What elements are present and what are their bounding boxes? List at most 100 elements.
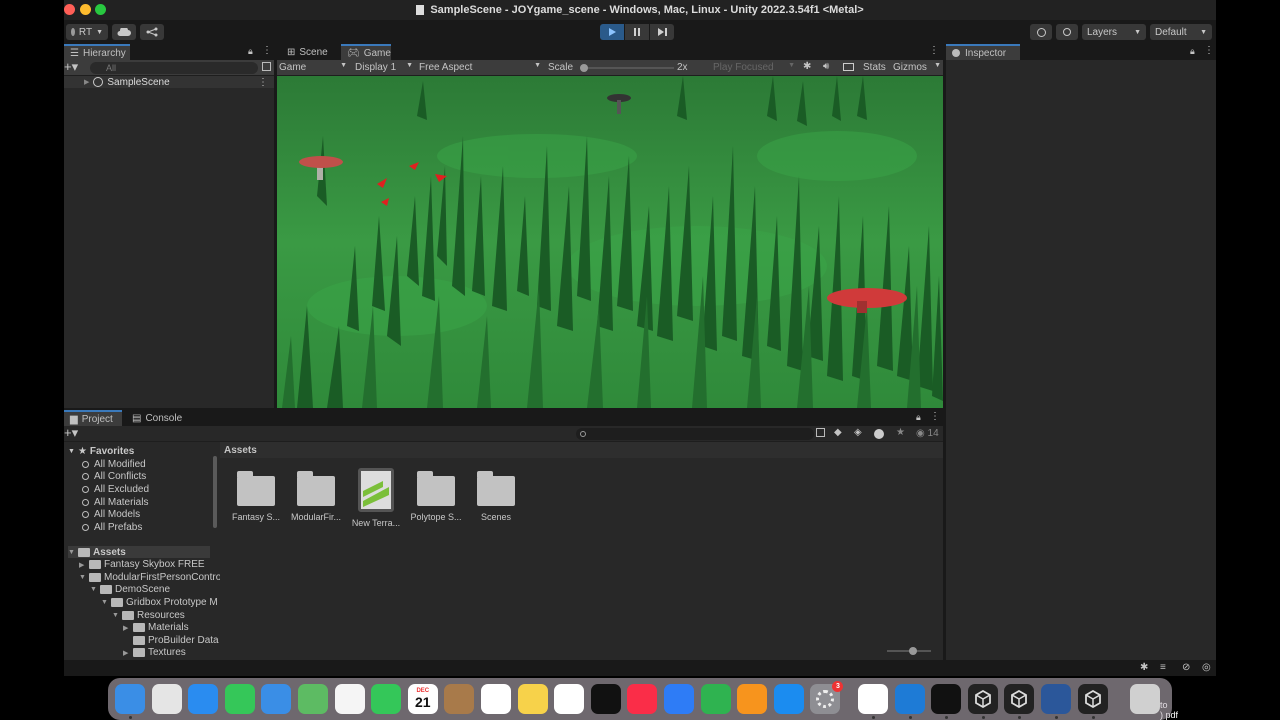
hierarchy-row-scene[interactable]: ▶ SampleScene ⋮ xyxy=(64,76,274,88)
cloud-button[interactable] xyxy=(112,24,136,40)
tree-scrollbar[interactable] xyxy=(213,456,217,528)
network-icon[interactable]: ⊘ xyxy=(1182,662,1190,673)
finder-icon[interactable] xyxy=(115,684,145,714)
freeform-icon[interactable] xyxy=(554,684,585,714)
expand-arrow-icon[interactable]: ▼ xyxy=(112,612,122,619)
folder-asset[interactable]: Scenes xyxy=(470,468,522,522)
favorite-item[interactable]: All Excluded xyxy=(82,483,149,495)
filter-by-label-icon[interactable]: ◈ xyxy=(854,427,862,438)
lock-icon[interactable]: 🔒︎ xyxy=(1190,46,1195,57)
favorite-item[interactable]: All Prefabs xyxy=(82,522,142,534)
step-button[interactable] xyxy=(650,24,674,40)
create-asset-button[interactable]: +▾ xyxy=(64,426,78,440)
hidden-packages-count[interactable]: ◉ 14 xyxy=(916,428,939,439)
debug-icon[interactable]: ✱ xyxy=(1140,662,1148,673)
appstore-icon[interactable] xyxy=(773,684,804,714)
ok-status-icon[interactable]: ◎ xyxy=(1202,662,1211,673)
search-filter-icon[interactable] xyxy=(262,62,271,71)
more-menu-icon[interactable]: ⋮ xyxy=(262,45,272,56)
scene-options-icon[interactable]: ⋮ xyxy=(258,77,268,88)
folder-tree-item[interactable]: ▼ ModularFirstPersonContro xyxy=(79,571,221,583)
tab-game[interactable]: 🎮︎ Game xyxy=(341,44,391,60)
display-dropdown[interactable]: Display 1 ▼ xyxy=(355,62,413,73)
music-icon[interactable] xyxy=(627,684,658,714)
settings-icon[interactable]: 3 xyxy=(810,681,844,714)
folder-tree-item[interactable]: ▼ Gridbox Prototype M xyxy=(101,596,218,608)
collab-button[interactable] xyxy=(140,24,164,40)
tab-console[interactable]: ▤ Console xyxy=(126,410,188,426)
more-menu-icon[interactable]: ⋮ xyxy=(1204,45,1214,56)
expand-arrow-icon[interactable]: ▶ xyxy=(79,561,89,569)
expand-arrow-icon[interactable]: ▶ xyxy=(123,649,133,657)
word-icon[interactable] xyxy=(1041,684,1071,714)
tab-inspector[interactable]: Inspector xyxy=(946,44,1020,60)
keynote-icon[interactable] xyxy=(664,684,694,714)
unity-hub-icon[interactable] xyxy=(967,684,998,714)
add-object-button[interactable]: +▾ xyxy=(64,60,78,74)
account-dropdown[interactable]: RT ▼ xyxy=(66,24,108,40)
expand-arrow-icon[interactable]: ▼ xyxy=(79,574,89,581)
maps-icon[interactable] xyxy=(298,684,328,714)
folder-asset[interactable]: Polytope S... xyxy=(410,468,462,522)
folder-tree-item[interactable]: ▶ Materials xyxy=(123,622,189,634)
notes-icon[interactable] xyxy=(517,684,548,714)
favorite-item[interactable]: All Materials xyxy=(82,496,148,508)
layout-dropdown[interactable]: Default ▼ xyxy=(1150,24,1212,40)
vscode-icon[interactable] xyxy=(894,684,925,714)
project-search-input[interactable] xyxy=(576,428,814,440)
favorite-item[interactable]: All Models xyxy=(82,509,140,521)
launchpad-icon[interactable] xyxy=(151,684,182,714)
scale-slider-thumb[interactable] xyxy=(580,64,588,72)
aspect-dropdown[interactable]: Free Aspect ▼ xyxy=(419,62,541,73)
more-menu-icon[interactable]: ⋮ xyxy=(930,411,940,422)
assets-root-row[interactable]: ▼ Assets xyxy=(68,546,210,558)
trash-icon[interactable] xyxy=(1130,684,1160,714)
tab-hierarchy[interactable]: ☰ Hierarchy xyxy=(64,44,130,60)
reminders-icon[interactable] xyxy=(481,684,511,714)
expand-arrow-icon[interactable]: ▼ xyxy=(68,549,78,556)
folder-tree-item[interactable]: ▼ Resources xyxy=(112,609,185,621)
game-viewport[interactable] xyxy=(277,76,943,408)
mail-icon[interactable] xyxy=(261,684,292,714)
expand-arrow-icon[interactable]: ▼ xyxy=(101,599,111,606)
unity-icon[interactable] xyxy=(1004,684,1035,714)
favorites-header[interactable]: ▼ ★ Favorites xyxy=(68,445,134,457)
terrain-asset[interactable]: New Terra... xyxy=(350,468,402,528)
play-button[interactable] xyxy=(600,24,624,40)
more-menu-icon[interactable]: ⋮ xyxy=(929,45,939,56)
tab-scene[interactable]: ⊞ Scene xyxy=(281,44,329,60)
filter-icon[interactable] xyxy=(816,428,825,437)
contacts-icon[interactable] xyxy=(444,684,475,714)
favorite-item[interactable]: All Modified xyxy=(82,458,146,470)
folder-asset[interactable]: ModularFir... xyxy=(290,468,342,522)
play-focused-dropdown[interactable]: Play Focused ▼ xyxy=(713,62,795,73)
expand-arrow-icon[interactable]: ▶ xyxy=(123,624,133,632)
keyboard-icon[interactable] xyxy=(843,63,854,71)
gizmos-dropdown[interactable]: Gizmos ▼ xyxy=(893,62,941,73)
stats-button[interactable]: Stats xyxy=(863,62,886,73)
appletv-icon[interactable] xyxy=(590,684,621,714)
lock-icon[interactable]: 🔒︎ xyxy=(916,412,921,423)
search-button[interactable] xyxy=(1056,24,1078,40)
game-mode-dropdown[interactable]: Game ▼ xyxy=(279,62,347,73)
folder-tree-item[interactable]: ProBuilder Data xyxy=(123,634,219,646)
minimize-window-button[interactable] xyxy=(80,4,91,15)
scale-slider[interactable] xyxy=(580,64,674,72)
hierarchy-search-input[interactable]: All xyxy=(90,62,258,74)
folder-tree-item[interactable]: ▶ Textures xyxy=(123,647,186,659)
icon-size-slider[interactable] xyxy=(887,647,931,655)
chrome-icon[interactable] xyxy=(858,684,888,714)
layers-dropdown[interactable]: Layers ▼ xyxy=(1082,24,1146,40)
pages-icon[interactable] xyxy=(737,684,768,714)
cache-icon[interactable]: ≡ xyxy=(1160,662,1166,673)
terminal-icon[interactable] xyxy=(931,684,962,714)
pause-button[interactable] xyxy=(625,24,649,40)
messages-icon[interactable] xyxy=(224,684,255,714)
numbers-icon[interactable] xyxy=(700,684,731,714)
lock-icon[interactable]: 🔒︎ xyxy=(248,46,253,57)
audio-icon[interactable]: 🔊︎ xyxy=(823,61,829,72)
photos-icon[interactable] xyxy=(334,684,365,714)
unity-editor-icon[interactable] xyxy=(1077,684,1108,714)
expand-arrow-icon[interactable]: ▶ xyxy=(84,78,89,86)
info-icon[interactable] xyxy=(874,429,884,439)
